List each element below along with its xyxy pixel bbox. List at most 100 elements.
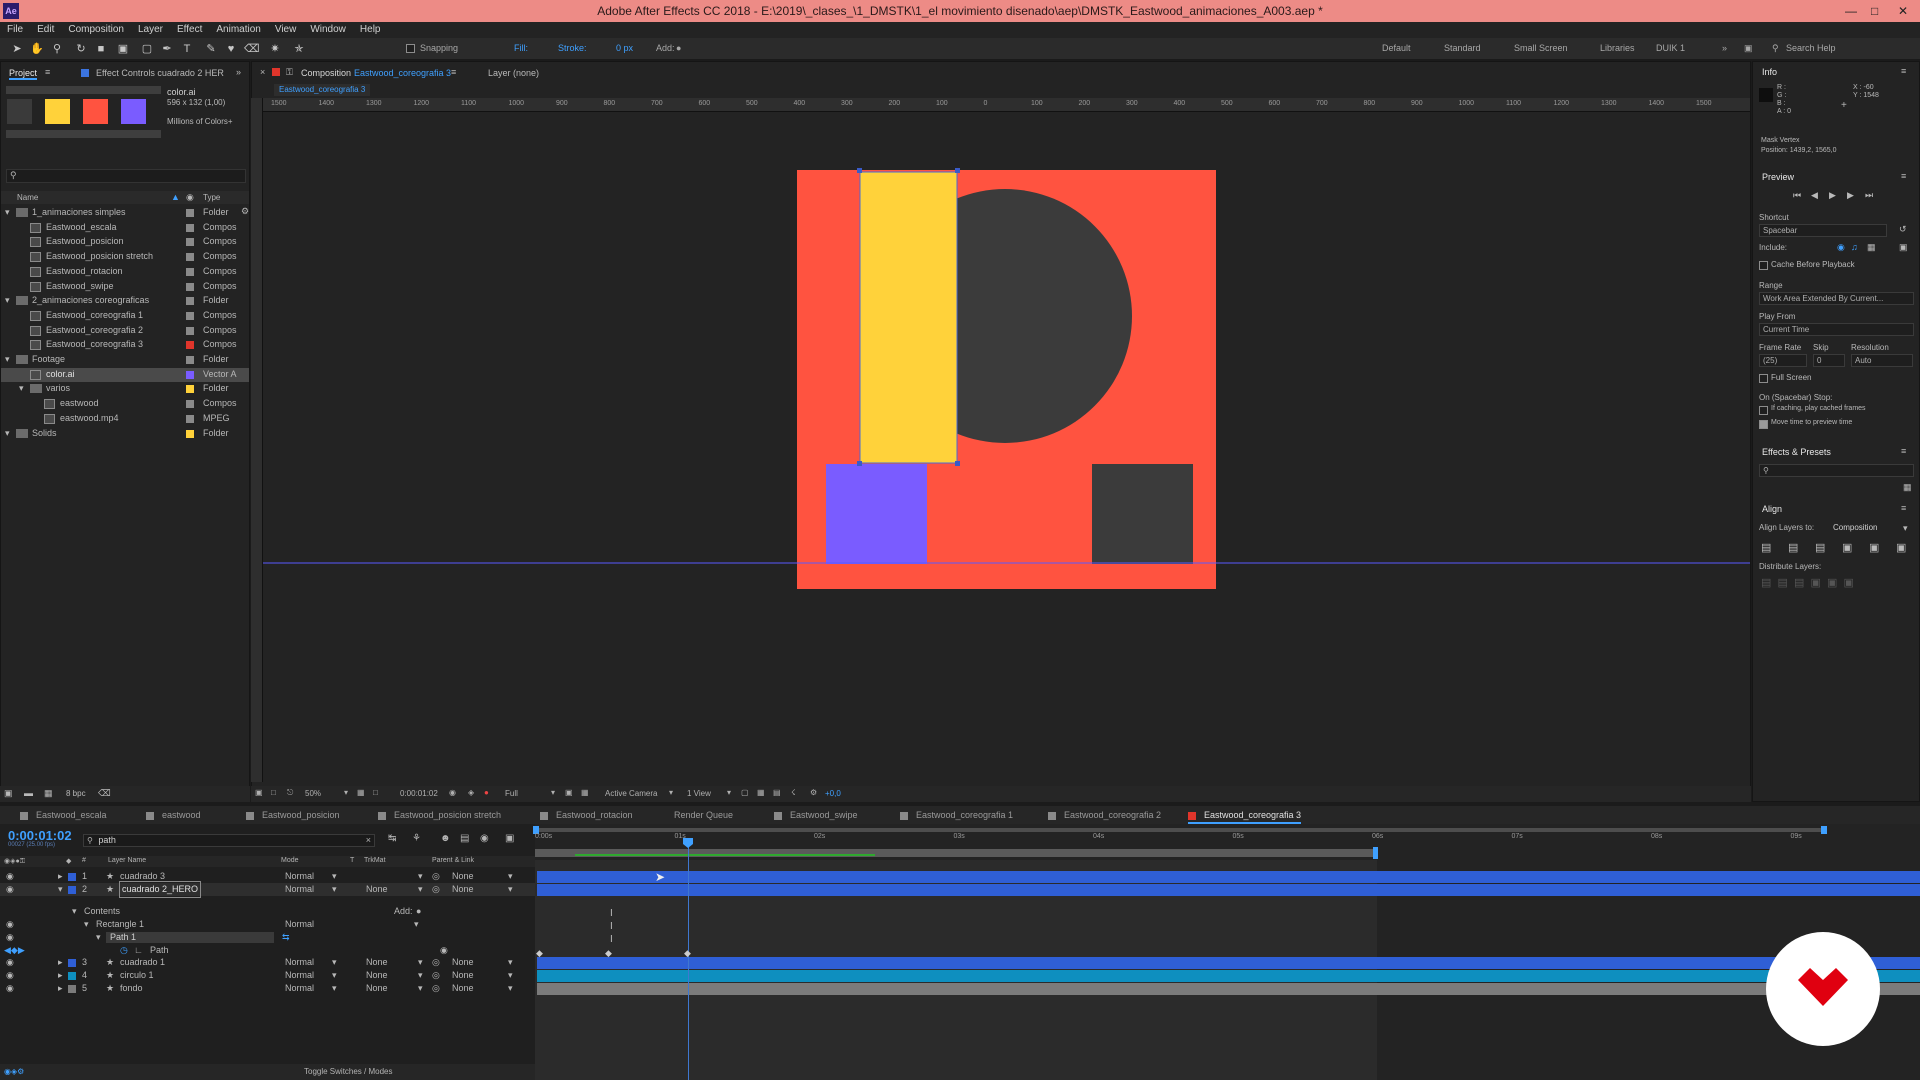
- reset-exposure-icon[interactable]: ⚙: [810, 788, 817, 797]
- sort-arrow-icon[interactable]: ▲: [171, 190, 180, 205]
- brush-tool-icon[interactable]: ✎: [204, 42, 218, 56]
- menu-item[interactable]: Animation: [209, 22, 267, 38]
- overlay-include-icon[interactable]: ▦: [1867, 242, 1876, 253]
- twirl-down-icon[interactable]: ▾: [84, 917, 89, 932]
- layer-mode[interactable]: Normal: [285, 882, 314, 897]
- always-preview-icon[interactable]: ▣: [255, 788, 263, 797]
- timeline-search-input[interactable]: ⚲ path ×: [83, 834, 375, 847]
- timeline-graph[interactable]: 0:00s 01s 02s 03s 04s 05s 06s 07s 08s 09s I I I ◆…: [533, 824, 1920, 1080]
- comp-breadcrumb[interactable]: Eastwood_coreografia 3: [274, 84, 371, 96]
- cache-checkbox[interactable]: [1759, 261, 1768, 270]
- layer-name[interactable]: fondo: [120, 981, 143, 996]
- color-channel-icon[interactable]: ●: [484, 788, 489, 797]
- timeline-tab[interactable]: Eastwood_coreografia 3: [1188, 806, 1302, 824]
- square-left-layer[interactable]: [826, 464, 927, 564]
- align-hcenter-icon[interactable]: ▤: [1788, 541, 1798, 554]
- align-vcenter-icon[interactable]: ▣: [1869, 541, 1879, 554]
- view-layout-select[interactable]: 1 View: [687, 789, 711, 798]
- label-color[interactable]: [186, 311, 194, 320]
- current-time-display[interactable]: 0:00:01:02: [400, 789, 438, 798]
- maximize-icon[interactable]: □: [1871, 0, 1878, 22]
- range-select[interactable]: Work Area Extended By Current...: [1759, 292, 1914, 305]
- label-color[interactable]: [186, 385, 194, 394]
- pickwhip-icon[interactable]: ◉: [440, 943, 448, 958]
- selection-tool-icon[interactable]: ➤: [10, 42, 24, 56]
- vertex-handle[interactable]: [955, 461, 960, 466]
- eye-icon[interactable]: ◉: [6, 981, 14, 996]
- project-item[interactable]: ▾ Footage Folder: [1, 353, 249, 367]
- label-color[interactable]: [186, 400, 194, 409]
- comp-mini-flowchart-icon[interactable]: ↹: [388, 833, 396, 844]
- col-parent[interactable]: Parent & Link: [432, 857, 474, 864]
- label-color[interactable]: [186, 356, 194, 364]
- keyframe-nav-icon[interactable]: ◀◆▶: [4, 943, 25, 958]
- twirl-icon[interactable]: ▾: [5, 293, 10, 308]
- align-top-icon[interactable]: ▣: [1842, 541, 1852, 554]
- label-color[interactable]: [186, 370, 194, 379]
- align-left-icon[interactable]: ▤: [1761, 541, 1771, 554]
- show-snapshot-icon[interactable]: ◈: [468, 788, 474, 797]
- next-frame-icon[interactable]: ▶: [1847, 190, 1854, 201]
- label-col-icon[interactable]: ◆: [66, 857, 71, 865]
- project-item[interactable]: ▾ 1_animaciones simples Folder: [1, 206, 249, 220]
- eraser-tool-icon[interactable]: ⌫: [244, 42, 260, 56]
- playhead-handle[interactable]: [683, 838, 693, 848]
- label-color[interactable]: [186, 297, 194, 306]
- layer-label-color[interactable]: [68, 985, 76, 993]
- layer-parent[interactable]: None: [452, 981, 474, 996]
- stroke-width-value[interactable]: 0 px: [616, 43, 633, 53]
- trash-icon[interactable]: ⌫: [98, 788, 111, 799]
- label-color[interactable]: [186, 326, 194, 335]
- resolution-select[interactable]: Full: [505, 789, 518, 798]
- timeline-tab[interactable]: Eastwood_posicion stretch: [378, 806, 501, 824]
- workspace-tab[interactable]: Small Screen: [1514, 43, 1568, 53]
- last-frame-icon[interactable]: ⏭: [1865, 190, 1873, 201]
- skip-select[interactable]: 0: [1813, 354, 1845, 367]
- timeline-tab[interactable]: Eastwood_rotacion: [540, 806, 633, 824]
- project-item[interactable]: Eastwood_rotacion Compos: [1, 265, 249, 279]
- layer-label-color[interactable]: [68, 873, 76, 881]
- label-color[interactable]: [186, 341, 194, 350]
- project-item[interactable]: Eastwood_escala Compos: [1, 221, 249, 235]
- cached-frames-checkbox[interactable]: [1759, 406, 1768, 415]
- toggle-switches-label[interactable]: Toggle Switches / Modes: [304, 1067, 393, 1076]
- search-help-input[interactable]: Search Help: [1786, 43, 1836, 53]
- reset-icon[interactable]: ↺: [1899, 224, 1907, 235]
- layer-label-color[interactable]: [68, 886, 76, 894]
- project-item[interactable]: Eastwood_posicion Compos: [1, 235, 249, 249]
- fullscreen-checkbox[interactable]: [1759, 374, 1768, 383]
- project-item[interactable]: Eastwood_posicion stretch Compos: [1, 250, 249, 264]
- label-color[interactable]: [186, 267, 194, 276]
- col-layer-name[interactable]: Layer Name: [108, 857, 146, 864]
- more-workspaces-icon[interactable]: »: [1722, 43, 1727, 53]
- timeline-tab[interactable]: Eastwood_coreografia 2: [1048, 806, 1161, 824]
- project-item[interactable]: ▾ Solids Folder: [1, 427, 249, 441]
- workspace-menu-icon[interactable]: ▣: [1744, 43, 1753, 54]
- align-bottom-icon[interactable]: ▣: [1896, 541, 1906, 554]
- twirl-icon[interactable]: ▾: [5, 352, 10, 367]
- label-color[interactable]: [186, 209, 194, 217]
- project-item[interactable]: eastwood Compos: [1, 397, 249, 411]
- layer-parent[interactable]: None: [452, 882, 474, 897]
- pickwhip-icon[interactable]: ◎: [432, 882, 440, 897]
- square-right-layer[interactable]: [1092, 464, 1193, 564]
- timeline-tab[interactable]: Eastwood_swipe: [774, 806, 858, 824]
- layer-label-color[interactable]: [68, 972, 76, 980]
- pan-behind-tool-icon[interactable]: ▣: [116, 42, 130, 56]
- work-area-end-handle[interactable]: [1373, 847, 1378, 859]
- project-item[interactable]: ▾ varios Folder: [1, 382, 249, 396]
- project-item[interactable]: eastwood.mp4 MPEG: [1, 412, 249, 426]
- external-video-icon[interactable]: ▣: [1899, 242, 1908, 253]
- hand-tool-icon[interactable]: ✋: [30, 42, 44, 56]
- render-options-icon[interactable]: ▤: [773, 788, 781, 797]
- roto-tool-icon[interactable]: ✷: [268, 42, 282, 56]
- layer-trkmat[interactable]: None: [366, 882, 388, 897]
- distribute-icons[interactable]: ▤ ▤ ▤ ▣ ▣ ▣: [1761, 576, 1854, 589]
- panel-overflow-icon[interactable]: »: [236, 67, 241, 77]
- stopwatch-icon[interactable]: ◷: [120, 943, 128, 958]
- timeline-tab[interactable]: Eastwood_coreografia 1: [900, 806, 1013, 824]
- fast-preview-icon[interactable]: ▣: [565, 788, 573, 797]
- graph-icon[interactable]: ∟: [134, 943, 143, 958]
- graph-editor-icon[interactable]: ▣: [505, 833, 514, 844]
- snapshot-icon[interactable]: ◉: [449, 788, 456, 797]
